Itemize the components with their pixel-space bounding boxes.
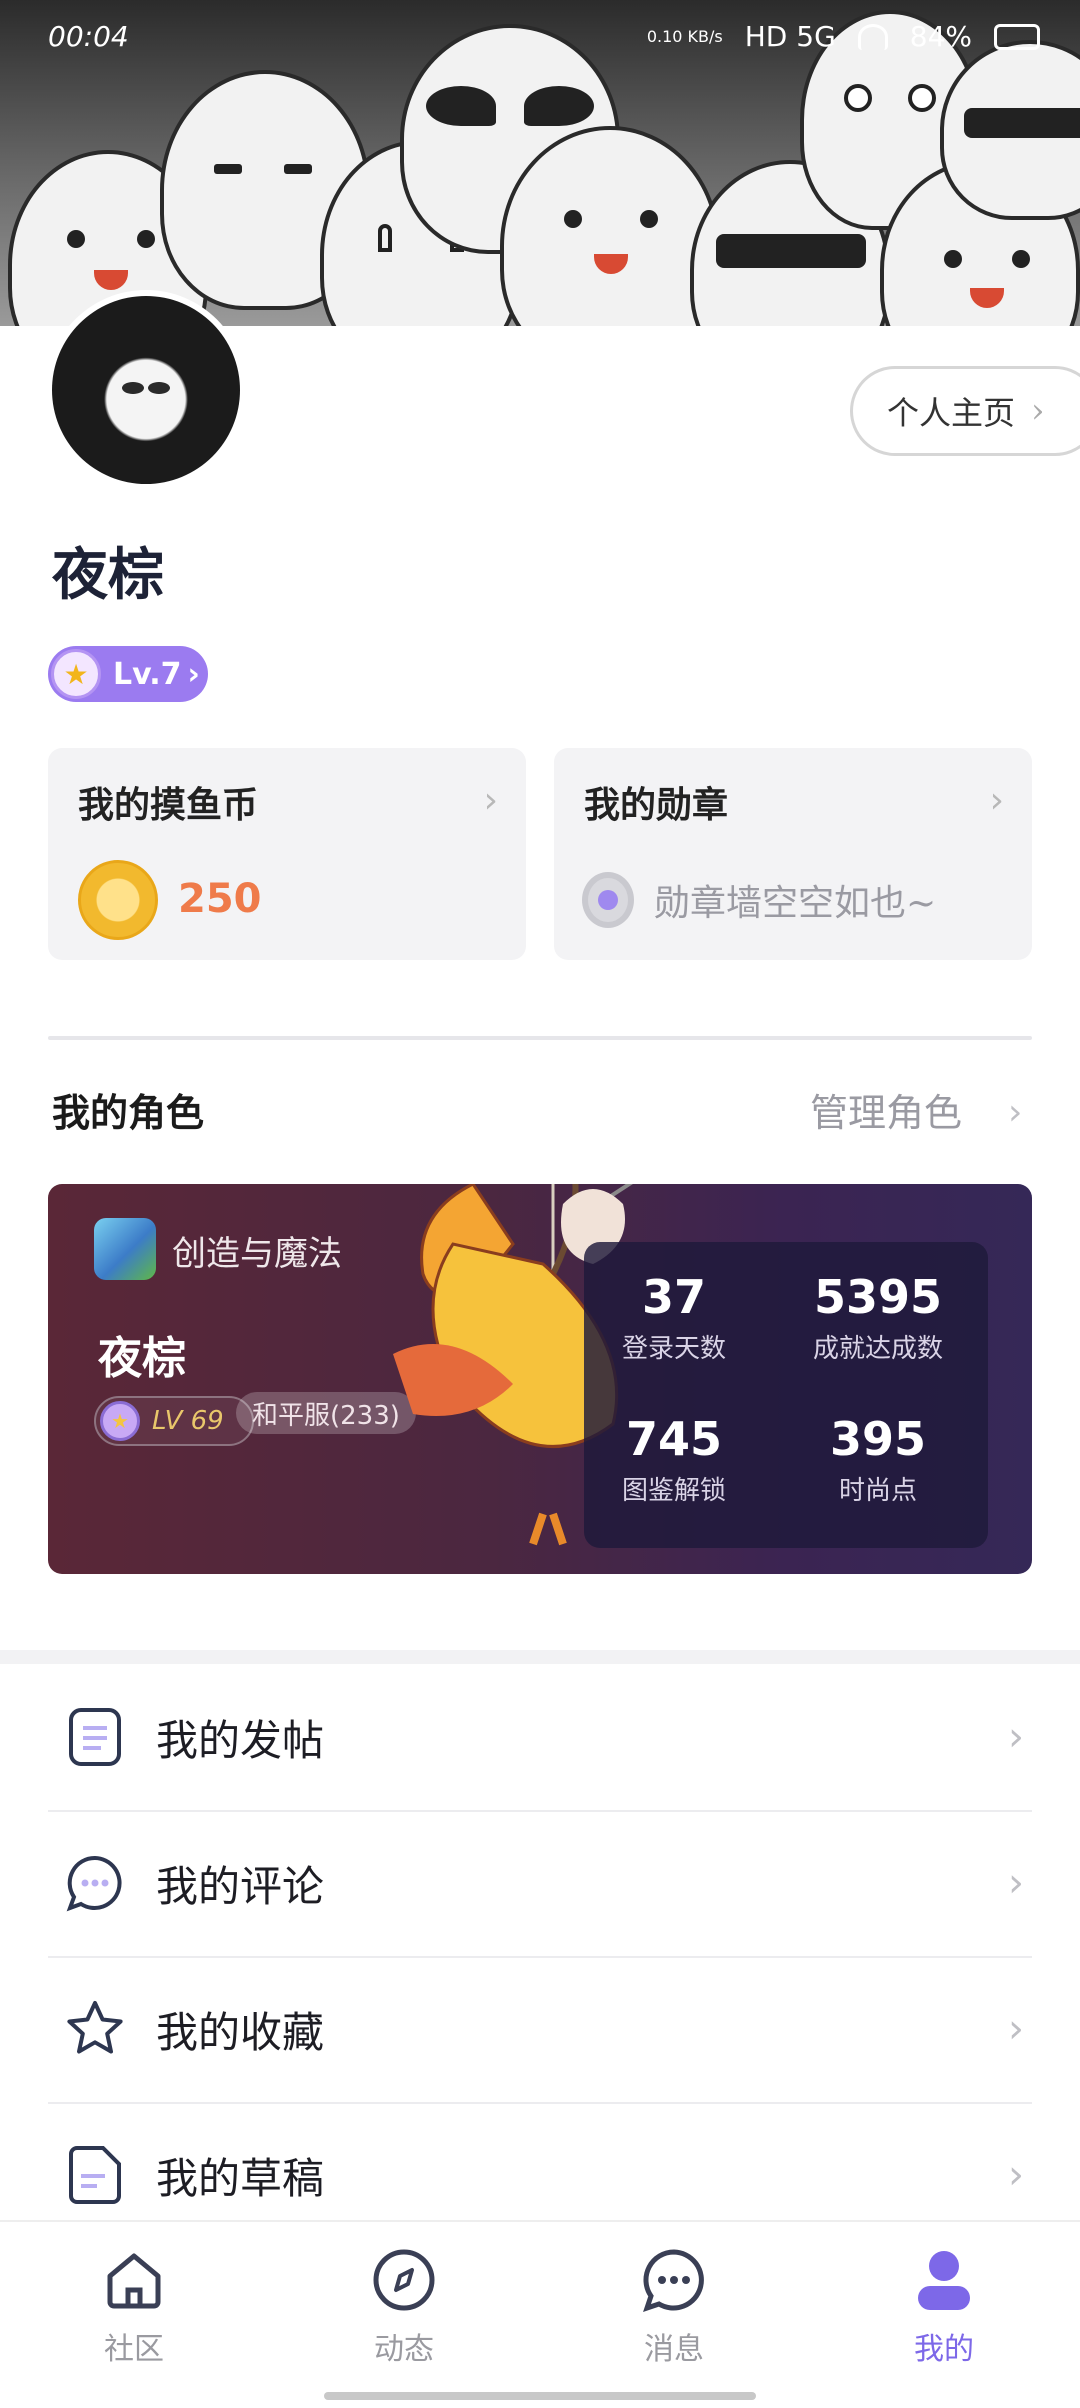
chevron-right-icon: ›: [989, 780, 1004, 821]
tab-label: 动态: [374, 2332, 434, 2367]
status-bar: 00:04 0.10 KB/s HD 5G 84%: [0, 0, 1080, 80]
home-icon: [107, 2253, 161, 2309]
medals-empty-text: 勋章墙空空如也~: [654, 883, 937, 924]
battery-icon: [994, 23, 1040, 50]
tab-label: 社区: [104, 2332, 164, 2367]
coins-value: 250: [178, 876, 262, 922]
menu-label: 我的草稿: [156, 2153, 325, 2203]
comment-icon: [64, 1852, 126, 1914]
chevron-right-icon: ›: [1008, 2006, 1024, 2052]
menu-item-my-comments[interactable]: 我的评论 ›: [0, 1810, 1080, 1956]
character-level-badge: ★ LV 69: [94, 1396, 254, 1446]
personal-homepage-label: 个人主页: [887, 394, 1016, 432]
coins-card[interactable]: 我的摸鱼币 › 250: [48, 748, 526, 960]
game-icon: [94, 1218, 156, 1280]
tab-me[interactable]: 我的: [874, 2246, 1014, 2368]
character-level: LV 69: [152, 1406, 224, 1436]
section-gap: [0, 1650, 1080, 1664]
coin-icon: [78, 860, 158, 940]
roles-section-title: 我的角色: [52, 1090, 205, 1135]
chevron-right-icon: ›: [187, 656, 200, 692]
profile-banner[interactable]: 00:04 0.10 KB/s HD 5G 84%: [0, 0, 1080, 326]
personal-homepage-button[interactable]: 个人主页 ›: [850, 366, 1080, 456]
stat-achievements: 5395 成就达成数: [788, 1270, 968, 1365]
wifi-icon: [857, 23, 888, 50]
coins-card-title: 我的摸鱼币: [78, 784, 259, 826]
chevron-right-icon: ›: [1008, 1860, 1024, 1906]
profile-page: 00:04 0.10 KB/s HD 5G 84% 个人主页 › 夜棕 ★ Lv…: [0, 0, 1080, 2408]
stat-label: 图鉴解锁: [621, 1476, 726, 1506]
bottom-tab-bar: 社区 动态 消息 我的: [0, 2220, 1080, 2408]
message-icon: [643, 2249, 704, 2312]
stat-value: 37: [641, 1270, 706, 1324]
manage-roles-link[interactable]: 管理角色: [810, 1082, 962, 1137]
tab-label: 消息: [644, 2332, 704, 2367]
user-icon: [918, 2251, 970, 2310]
star-icon: ★: [100, 1401, 140, 1441]
menu-item-my-posts[interactable]: 我的发帖 ›: [0, 1664, 1080, 1810]
medals-card-title: 我的勋章: [584, 784, 729, 826]
menu-item-my-favorites[interactable]: 我的收藏 ›: [0, 1956, 1080, 2102]
compass-icon: [373, 2249, 435, 2311]
tab-community[interactable]: 社区: [64, 2246, 204, 2368]
chevron-right-icon: ›: [1008, 2152, 1024, 2198]
medal-icon: [582, 872, 634, 928]
tab-messages[interactable]: 消息: [604, 2246, 744, 2368]
stat-value: 395: [829, 1412, 927, 1466]
medals-card[interactable]: 我的勋章 › 勋章墙空空如也~: [554, 748, 1032, 960]
stat-collection: 745 图鉴解锁: [584, 1412, 764, 1507]
level-badge[interactable]: ★ Lv.7 ›: [48, 646, 208, 702]
role-stats-panel: 37 登录天数 5395 成就达成数 745 图鉴解锁 395 时尚点: [584, 1242, 988, 1548]
stat-value: 745: [625, 1412, 723, 1466]
chevron-right-icon: ›: [1008, 1092, 1023, 1133]
document-icon: [64, 1706, 126, 1768]
network-indicator: HD 5G: [744, 20, 836, 53]
stat-label: 登录天数: [621, 1334, 726, 1364]
stat-value: 5395: [813, 1270, 943, 1324]
section-divider: [48, 1036, 1032, 1040]
draft-icon: [64, 2144, 126, 2206]
stat-label: 成就达成数: [812, 1334, 943, 1364]
network-speed: 0.10 KB/s: [646, 27, 723, 46]
level-label: Lv.7: [113, 656, 182, 692]
chevron-right-icon: ›: [483, 780, 498, 821]
menu-label: 我的发帖: [156, 1715, 325, 1765]
role-card[interactable]: 创造与魔法 夜棕 ★ LV 69 和平服(233) 37 登录天数 5395 成…: [48, 1184, 1032, 1574]
avatar-image: [52, 296, 240, 484]
game-name: 创造与魔法: [172, 1234, 342, 1274]
menu-label: 我的评论: [156, 1861, 325, 1911]
star-icon: ★: [51, 649, 101, 699]
status-time: 00:04: [48, 20, 129, 53]
username: 夜棕: [52, 542, 164, 608]
avatar[interactable]: [46, 290, 246, 490]
stat-label: 时尚点: [838, 1476, 917, 1506]
menu-label: 我的收藏: [156, 2007, 325, 2057]
server-badge: 和平服(233): [236, 1392, 416, 1434]
star-icon: [64, 1998, 126, 2060]
home-indicator[interactable]: [324, 2392, 756, 2400]
stat-fashion-points: 395 时尚点: [788, 1412, 968, 1507]
tab-label: 我的: [914, 2332, 974, 2367]
chevron-right-icon: ›: [1031, 391, 1045, 431]
profile-menu: 我的发帖 › 我的评论 › 我的收藏 › 我的草稿 ›: [0, 1664, 1080, 2248]
battery-percent: 84%: [909, 20, 972, 53]
chevron-right-icon: ›: [1008, 1714, 1024, 1760]
character-name: 夜棕: [98, 1333, 186, 1384]
stat-login-days: 37 登录天数: [584, 1270, 764, 1365]
tab-feed[interactable]: 动态: [334, 2246, 474, 2368]
